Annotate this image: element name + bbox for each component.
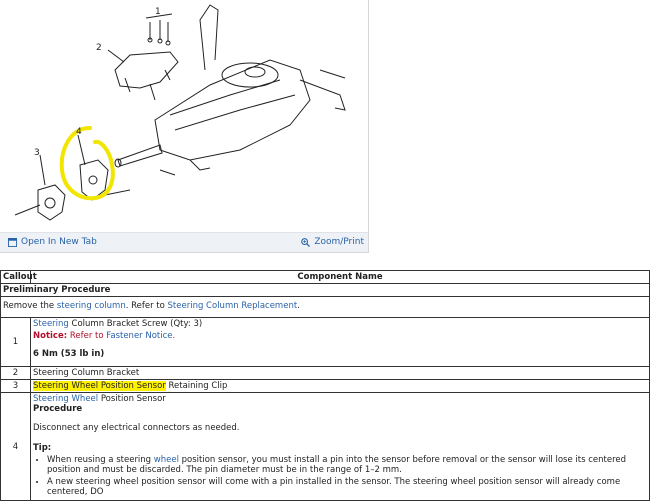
- preliminary-text: Remove the steering column. Refer to Ste…: [0, 296, 650, 318]
- steering-column-replacement-link[interactable]: Steering Column Replacement: [168, 301, 298, 311]
- tip1-wheel-link[interactable]: wheel: [154, 455, 179, 465]
- row-2-name: Steering Column Bracket: [30, 366, 650, 380]
- prelim-post: .: [297, 301, 300, 311]
- tip1-pre: When reusing a steering: [47, 455, 154, 465]
- row-1-content: Steering Column Bracket Screw (Qty: 3) N…: [30, 317, 650, 367]
- callout-1: 1: [155, 7, 161, 17]
- row-1-num: 1: [0, 317, 31, 367]
- zoom-print-label: Zoom/Print: [314, 237, 364, 247]
- header-callout: Callout: [0, 270, 37, 284]
- magnifier-icon: [301, 237, 311, 247]
- steering-column-illustration: 1 2 3 4: [14, 4, 346, 221]
- table-row-2: 2 Steering Column Bracket: [0, 366, 650, 380]
- row-2-num: 2: [0, 366, 31, 380]
- row-4-name: Steering Wheel Position Sensor: [33, 394, 647, 404]
- zoom-print-link[interactable]: Zoom/Print: [301, 237, 364, 247]
- tip-title: Tip:: [33, 443, 52, 453]
- preliminary-title-row: Preliminary Procedure: [0, 283, 650, 297]
- tip-item-1: When reusing a steering wheel position s…: [47, 455, 647, 475]
- header-component-name: Component Name: [30, 270, 650, 284]
- open-new-tab-icon: [8, 237, 17, 247]
- row-4-name-rest: Position Sensor: [98, 394, 166, 404]
- procedure-title: Procedure: [33, 404, 83, 414]
- row-3-name: Steering Wheel Position Sensor Retaining…: [30, 379, 650, 393]
- row-4-content: Steering Wheel Position Sensor Procedure…: [30, 392, 650, 501]
- callout-4: 4: [76, 127, 82, 137]
- table-header-row: Callout Component Name: [0, 270, 650, 284]
- table-row-3: 3 Steering Wheel Position Sensor Retaini…: [0, 379, 650, 393]
- row-4-steering-link[interactable]: Steering: [33, 394, 69, 404]
- tip-list: When reusing a steering wheel position s…: [33, 455, 647, 497]
- row-1-torque: 6 Nm (53 lb in): [33, 349, 105, 359]
- callout-2: 2: [96, 43, 102, 53]
- row-4-num: 4: [0, 392, 31, 501]
- row-1-steering-link[interactable]: Steering: [33, 319, 69, 329]
- tip-item-2: A new steering wheel position sensor wil…: [47, 477, 647, 497]
- table-row-1: 1 Steering Column Bracket Screw (Qty: 3)…: [0, 317, 650, 367]
- callout-3: 3: [34, 148, 40, 158]
- row-3-highlight: Steering Wheel Position Sensor: [33, 381, 166, 391]
- notice-post: .: [172, 331, 176, 341]
- prelim-mid: . Refer to: [125, 301, 168, 311]
- fastener-notice-link[interactable]: Fastener Notice: [106, 331, 172, 341]
- preliminary-title: Preliminary Procedure: [0, 283, 650, 297]
- component-table: Callout Component Name Preliminary Proce…: [0, 270, 650, 501]
- row-4-wheel-link[interactable]: Wheel: [72, 394, 99, 404]
- row-1-name-rest: Column Bracket Screw (Qty: 3): [68, 319, 203, 329]
- notice-label: Notice:: [33, 331, 68, 341]
- row-3-num: 3: [0, 379, 31, 393]
- row-1-name: Steering Column Bracket Screw (Qty: 3): [33, 319, 647, 329]
- row-3-name-rest: Retaining Clip: [165, 381, 228, 391]
- figure-panel: 1 2 3 4 Open In New Tab Zoom/Print: [0, 0, 369, 253]
- steering-column-link[interactable]: steering column: [57, 301, 126, 311]
- row-1-notice: Notice: Refer to Fastener Notice.: [33, 331, 647, 341]
- open-new-tab-link[interactable]: Open In New Tab: [8, 237, 97, 247]
- preliminary-text-row: Remove the steering column. Refer to Ste…: [0, 296, 650, 318]
- notice-pre: Refer to: [67, 331, 107, 341]
- prelim-pre: Remove the: [3, 301, 57, 311]
- open-new-tab-label: Open In New Tab: [21, 237, 97, 247]
- procedure-text: Disconnect any electrical connectors as …: [33, 423, 240, 433]
- table-row-4: 4 Steering Wheel Position Sensor Procedu…: [0, 392, 650, 501]
- figure-toolbar: Open In New Tab Zoom/Print: [0, 232, 368, 252]
